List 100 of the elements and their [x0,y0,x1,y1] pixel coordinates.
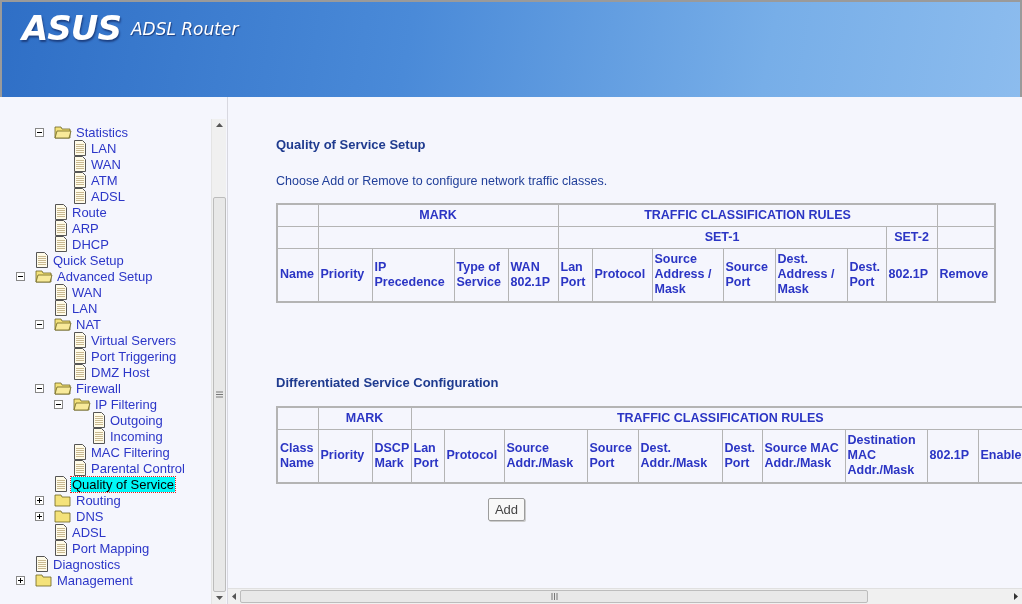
column-group-header: TRAFFIC CLASSIFICATION RULES [644,207,851,222]
tree-item[interactable]: Routing [75,492,122,508]
document-icon [73,332,87,348]
collapse-icon[interactable] [16,271,25,281]
expand-icon[interactable] [35,511,44,521]
tree-item[interactable]: Firewall [75,380,122,396]
column-header: Destination MAC Addr./Mask [847,433,916,478]
document-icon [73,188,87,204]
tree-item[interactable]: Advanced Setup [56,268,154,284]
collapse-icon[interactable] [35,319,44,329]
expand-icon[interactable] [16,575,25,585]
open-folder-icon [54,317,72,331]
tree-item[interactable]: Quality of Service [71,476,175,492]
scroll-right-icon[interactable] [1014,593,1018,600]
tree-item[interactable]: ATM [90,172,119,188]
collapse-icon[interactable] [54,399,63,409]
column-header: Priority [320,448,365,463]
column-header: Remove [939,267,989,282]
document-icon [73,348,87,364]
column-header: Name [280,267,315,282]
tree-item[interactable]: DNS [75,508,105,524]
tree-item[interactable]: Statistics [75,124,129,140]
section-title: Quality of Service Setup [276,137,427,152]
open-folder-icon [73,397,91,411]
document-icon [92,412,106,428]
expand-icon[interactable] [35,495,44,505]
tree-item[interactable]: DMZ Host [90,364,151,380]
column-group-header: SET-1 [704,229,740,244]
document-icon [73,364,87,380]
collapse-icon[interactable] [35,383,44,393]
open-folder-icon [54,381,72,395]
grip-icon [550,593,558,600]
scrollbar-thumb[interactable] [212,197,226,592]
column-group-header: MARK [419,207,457,222]
column-header: Protocol [446,448,498,463]
column-header: Class Name [280,440,315,470]
tree-item[interactable]: Parental Control [90,460,186,476]
tree-item[interactable]: IP Filtering [94,396,158,412]
tree-item[interactable]: Incoming [109,428,164,444]
document-icon [73,156,87,172]
column-header: Dest. Address / Mask [777,252,835,297]
tree-item[interactable]: ARP [71,220,100,236]
add-button[interactable]: Add [487,498,526,521]
column-header: Source Address / Mask [654,252,712,297]
intro-text: Choose Add or Remove to configure network traffic classes. [276,174,609,188]
tree-item[interactable]: MAC Filtering [90,444,171,460]
grip-icon [215,391,223,398]
document-icon [54,300,68,316]
document-icon [73,444,87,460]
column-header: Source MAC Addr./Mask [764,440,839,470]
column-header: Type of Service [456,259,501,289]
document-icon [54,236,68,252]
tree-item[interactable]: Quick Setup [52,252,125,268]
column-group-header: SET-2 [894,229,929,244]
tree-item[interactable]: DHCP [71,236,110,252]
scroll-left-icon[interactable] [232,593,236,600]
tree-item[interactable]: WAN [90,156,122,172]
tree-item[interactable]: Port Triggering [90,348,178,364]
product-name: ADSL Router [130,19,239,39]
column-header: Lan Port [560,259,586,289]
tree-item[interactable]: ADSL [90,188,126,204]
document-icon [54,524,68,540]
column-header: DSCP Mark [374,440,409,470]
column-header: Source Addr./Mask [506,440,574,470]
column-header: Dest. Port [849,259,881,289]
tree-item[interactable]: Route [71,204,108,220]
tree-item[interactable]: Management [56,572,134,588]
document-icon [54,284,68,300]
document-icon [73,172,87,188]
column-header: Lan Port [413,440,439,470]
column-header: Dest. Port [724,440,756,470]
column-group-header: MARK [345,410,384,425]
column-header: Source Port [589,440,632,470]
tree-item[interactable]: Outgoing [109,412,164,428]
folder-icon [54,509,72,523]
horizontal-scrollbar[interactable] [228,588,1022,604]
scroll-up-icon[interactable] [215,123,223,127]
tree-item[interactable]: NAT [75,316,103,332]
document-icon [54,476,68,492]
tree-item[interactable]: Port Mapping [71,540,151,556]
document-icon [73,460,87,476]
tree-item[interactable]: LAN [90,140,118,156]
column-header: Enable [980,448,1022,463]
tree-item[interactable]: ADSL [71,524,107,540]
column-header: 802.1P [929,448,970,463]
tree-item[interactable]: WAN [71,284,103,300]
column-header: 802.1P [888,267,929,282]
column-header: Source Port [725,259,768,289]
column-header: IP Precedence [374,259,445,289]
tree-item[interactable]: Diagnostics [52,556,122,572]
document-icon [73,140,87,156]
scroll-down-icon[interactable] [215,596,223,600]
tree-item[interactable]: LAN [71,300,99,316]
document-icon [54,220,68,236]
scrollbar-thumb[interactable] [240,590,868,603]
tree-item[interactable]: Virtual Servers [90,332,177,348]
vertical-scrollbar[interactable] [211,119,226,604]
collapse-icon[interactable] [35,127,44,137]
open-folder-icon [35,269,53,283]
document-icon [54,540,68,556]
